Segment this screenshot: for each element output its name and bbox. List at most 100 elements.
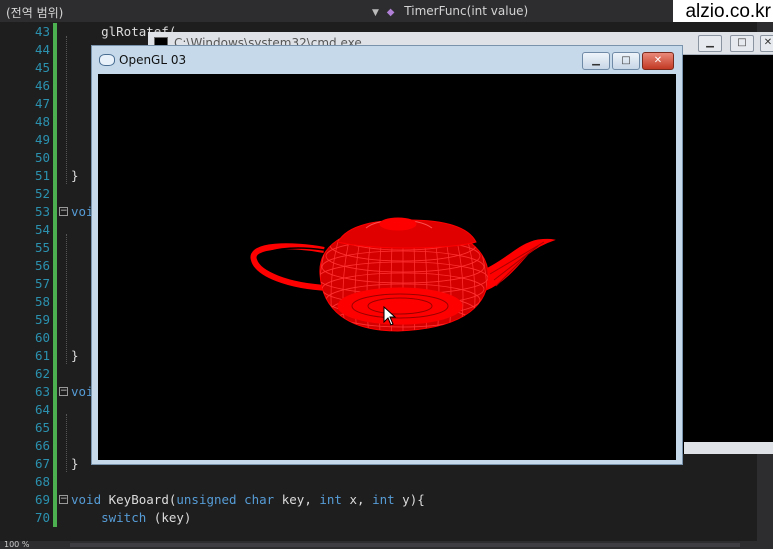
line-number: 61: [34, 348, 50, 363]
line-number: 58: [34, 294, 50, 309]
close-button[interactable]: ✕: [760, 35, 773, 52]
minimize-button[interactable]: ▁: [582, 52, 610, 70]
line-number: 70: [34, 510, 50, 525]
close-button[interactable]: ✕: [642, 52, 674, 70]
change-indicator: [53, 455, 57, 473]
change-indicator: [53, 437, 57, 455]
app-icon: [99, 54, 115, 66]
change-indicator: [53, 41, 57, 59]
line-number: 50: [34, 150, 50, 165]
line-number: 68: [34, 474, 50, 489]
method-icon: ◆: [386, 7, 395, 18]
mouse-cursor-icon: [383, 306, 397, 326]
change-indicator: [53, 95, 57, 113]
line-number: 63: [34, 384, 50, 399]
minimize-button[interactable]: ▁: [698, 35, 722, 52]
code-text: switch (key): [71, 509, 191, 527]
line-number: 54: [34, 222, 50, 237]
change-indicator: [53, 167, 57, 185]
code-token: x,: [341, 492, 373, 507]
change-indicator: [53, 221, 57, 239]
line-number: 49: [34, 132, 50, 147]
code-line[interactable]: 70 switch (key): [0, 509, 773, 527]
change-indicator: [53, 473, 57, 491]
change-indicator: [53, 23, 57, 41]
change-indicator: [53, 509, 57, 527]
change-indicator: [53, 257, 57, 275]
fold-toggle-icon[interactable]: −: [59, 207, 68, 216]
opengl-window[interactable]: OpenGL 03 ▁ □ ✕: [91, 45, 683, 465]
change-indicator: [53, 401, 57, 419]
maximize-button[interactable]: □: [612, 52, 640, 70]
change-indicator: [53, 149, 57, 167]
change-indicator: [53, 491, 57, 509]
fold-toggle-icon[interactable]: −: [59, 387, 68, 396]
fold-toggle-icon[interactable]: −: [59, 495, 68, 504]
code-token: key,: [274, 492, 320, 507]
code-text: }: [71, 455, 79, 473]
line-number: 66: [34, 438, 50, 453]
change-indicator: [53, 419, 57, 437]
line-number: 67: [34, 456, 50, 471]
code-text: }: [71, 167, 79, 185]
zoom-level[interactable]: 100 %: [4, 540, 29, 549]
cmd-window-edge: [684, 442, 773, 454]
opengl-canvas[interactable]: [98, 74, 676, 460]
line-number: 60: [34, 330, 50, 345]
code-keyword: unsigned char: [176, 492, 275, 507]
code-keyword: int: [372, 492, 395, 507]
code-keyword: switch: [101, 510, 147, 525]
change-indicator: [53, 365, 57, 383]
code-text: void KeyBoard(unsigned char key, int x, …: [71, 491, 425, 509]
line-number: 48: [34, 114, 50, 129]
code-line[interactable]: 69− void KeyBoard(unsigned char key, int …: [0, 491, 773, 509]
block-guide: [66, 36, 68, 184]
code-token: }: [71, 456, 79, 471]
teapot-wireframe: [250, 217, 556, 332]
maximize-button[interactable]: □: [730, 35, 754, 52]
line-number: 46: [34, 78, 50, 93]
line-number: 51: [34, 168, 50, 183]
change-indicator: [53, 347, 57, 365]
function-dropdown-label: TimerFunc(int value): [404, 4, 529, 18]
change-indicator: [53, 131, 57, 149]
editor-status-bar: 100 %: [0, 540, 773, 549]
line-number: 59: [34, 312, 50, 327]
line-number: 55: [34, 240, 50, 255]
line-number: 52: [34, 186, 50, 201]
opengl-window-title: OpenGL 03: [119, 53, 187, 67]
change-indicator: [53, 239, 57, 257]
function-dropdown[interactable]: ▼ ◆ TimerFunc(int value): [372, 4, 528, 18]
horizontal-scrollbar[interactable]: [70, 543, 740, 547]
line-number: 47: [34, 96, 50, 111]
change-indicator: [53, 77, 57, 95]
ide-navigation-bar: (전역 범위) ▼ ◆ TimerFunc(int value): [0, 0, 773, 23]
watermark: alzio.co.kr: [673, 0, 773, 24]
code-keyword: int: [319, 492, 342, 507]
change-indicator: [53, 293, 57, 311]
line-number: 45: [34, 60, 50, 75]
opengl-title-bar[interactable]: OpenGL 03 ▁ □ ✕: [92, 46, 682, 72]
code-token: }: [71, 348, 79, 363]
code-token: y){: [394, 492, 425, 507]
code-token: KeyBoard(: [101, 492, 177, 507]
line-number: 44: [34, 42, 50, 57]
line-number: 57: [34, 276, 50, 291]
code-line[interactable]: 68: [0, 473, 773, 491]
line-number: 64: [34, 402, 50, 417]
line-number: 65: [34, 420, 50, 435]
chevron-down-icon: ▼: [372, 8, 379, 18]
block-guide: [66, 234, 68, 364]
scope-dropdown[interactable]: (전역 범위): [6, 4, 63, 21]
line-number: 43: [34, 24, 50, 39]
code-text: }: [71, 347, 79, 365]
code-token: (key): [146, 510, 192, 525]
line-number: 53: [34, 204, 50, 219]
change-indicator: [53, 185, 57, 203]
line-number: 56: [34, 258, 50, 273]
change-indicator: [53, 113, 57, 131]
teapot-render: [250, 217, 556, 332]
change-indicator: [53, 59, 57, 77]
change-indicator: [53, 203, 57, 221]
